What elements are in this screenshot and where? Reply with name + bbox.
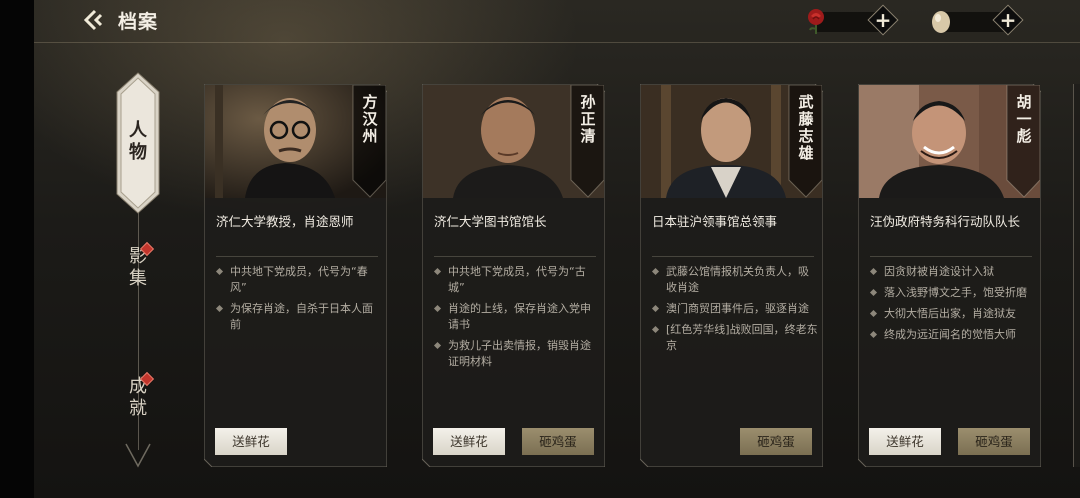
back-icon	[83, 9, 103, 31]
bullet-item: 为保存肖途，自杀于日本人面前	[215, 301, 382, 333]
character-name: 方汉州	[362, 93, 378, 145]
character-card[interactable]: 孙正清 济仁大学图书馆馆长 中共地下党成员，代号为“古城” 肖途的上线，保存肖途…	[422, 84, 605, 467]
tab-achievements[interactable]: 成就	[118, 371, 158, 420]
diamond-bullet-icon	[869, 309, 878, 318]
sidenav-end-chevron	[125, 443, 151, 468]
tab-characters[interactable]: 人物	[116, 72, 160, 214]
bullet-item: 中共地下党成员，代号为“古城”	[433, 264, 600, 296]
egg-icon	[932, 11, 950, 33]
diamond-bullet-icon	[215, 304, 224, 313]
bullet-item: 因贪财被肖途设计入狱	[869, 264, 1036, 280]
character-bullets: 武藤公馆情报机关负责人，吸收肖途 澳门商贸团事件后，驱逐肖途 [红色芳华线]战败…	[651, 264, 818, 359]
character-bullets: 中共地下党成员，代号为“古城” 肖途的上线，保存肖途入党申请书 为救儿子出卖情报…	[433, 264, 600, 375]
character-card[interactable]: 方汉州 济仁大学教授，肖途恩师 中共地下党成员，代号为“春风” 为保存肖途，自杀…	[204, 84, 387, 467]
diamond-bullet-icon	[433, 267, 442, 276]
throw-egg-button[interactable]: 砸鸡蛋	[958, 428, 1030, 455]
diamond-bullet-icon	[651, 325, 660, 334]
character-name: 胡一彪	[1016, 93, 1032, 145]
tab-characters-label: 人物	[129, 120, 147, 163]
character-bullets: 中共地下党成员，代号为“春风” 为保存肖途，自杀于日本人面前	[215, 264, 382, 338]
bullet-item: [红色芳华线]战败回国，终老东京	[651, 322, 818, 354]
throw-egg-button[interactable]: 砸鸡蛋	[522, 428, 594, 455]
divider	[216, 256, 378, 257]
character-name: 武藤志雄	[798, 93, 814, 162]
plus-icon: +	[999, 8, 1017, 32]
divider	[652, 256, 814, 257]
diamond-bullet-icon	[651, 267, 660, 276]
diamond-bullet-icon	[433, 341, 442, 350]
bullet-item: 终成为远近闻名的觉悟大师	[869, 327, 1036, 343]
next-card-edge[interactable]	[1073, 84, 1080, 467]
bullet-item: 武藤公馆情报机关负责人，吸收肖途	[651, 264, 818, 296]
character-role: 日本驻沪领事馆总领事	[652, 214, 778, 229]
bullet-item: 落入浅野博文之手，饱受折磨	[869, 285, 1036, 301]
diamond-bullet-icon	[869, 330, 878, 339]
bullet-item: 澳门商贸团事件后，驱逐肖途	[651, 301, 818, 317]
bullet-item: 大彻大悟后出家，肖途狱友	[869, 306, 1036, 322]
rose-icon	[808, 9, 824, 34]
page-title: 档案	[118, 11, 159, 33]
diamond-bullet-icon	[433, 304, 442, 313]
back-button[interactable]	[83, 9, 106, 31]
send-flower-button[interactable]: 送鲜花	[215, 428, 287, 455]
send-flower-button[interactable]: 送鲜花	[869, 428, 941, 455]
bullet-item: 为救儿子出卖情报，销毁肖途证明材料	[433, 338, 600, 370]
throw-egg-button[interactable]: 砸鸡蛋	[740, 428, 812, 455]
character-role: 济仁大学教授，肖途恩师	[216, 214, 354, 229]
character-bullets: 因贪财被肖途设计入狱 落入浅野博文之手，饱受折磨 大彻大悟后出家，肖途狱友 终成…	[869, 264, 1036, 348]
egg-counter: 0 +	[927, 4, 1037, 36]
character-card[interactable]: 武藤志雄 日本驻沪领事馆总领事 武藤公馆情报机关负责人，吸收肖途 澳门商贸团事件…	[640, 84, 823, 467]
character-card[interactable]: 胡一彪 汪伪政府特务科行动队队长 因贪财被肖途设计入狱 落入浅野博文之手，饱受折…	[858, 84, 1041, 467]
diamond-bullet-icon	[651, 304, 660, 313]
send-flower-button[interactable]: 送鲜花	[433, 428, 505, 455]
character-role: 济仁大学图书馆馆长	[434, 214, 547, 229]
plus-icon: +	[874, 8, 892, 32]
character-role: 汪伪政府特务科行动队队长	[870, 214, 1021, 229]
bullet-item: 肖途的上线，保存肖途入党申请书	[433, 301, 600, 333]
diamond-bullet-icon	[869, 267, 878, 276]
rose-counter: 0 +	[802, 4, 912, 36]
divider	[434, 256, 596, 257]
character-name: 孙正清	[580, 93, 596, 145]
screen-edge	[0, 0, 34, 498]
top-bar: 档案 0 + 0 +	[34, 0, 1080, 43]
bullet-item: 中共地下党成员，代号为“春风”	[215, 264, 382, 296]
divider	[870, 256, 1032, 257]
tab-album[interactable]: 影集	[118, 241, 158, 290]
diamond-bullet-icon	[215, 267, 224, 276]
diamond-bullet-icon	[869, 288, 878, 297]
